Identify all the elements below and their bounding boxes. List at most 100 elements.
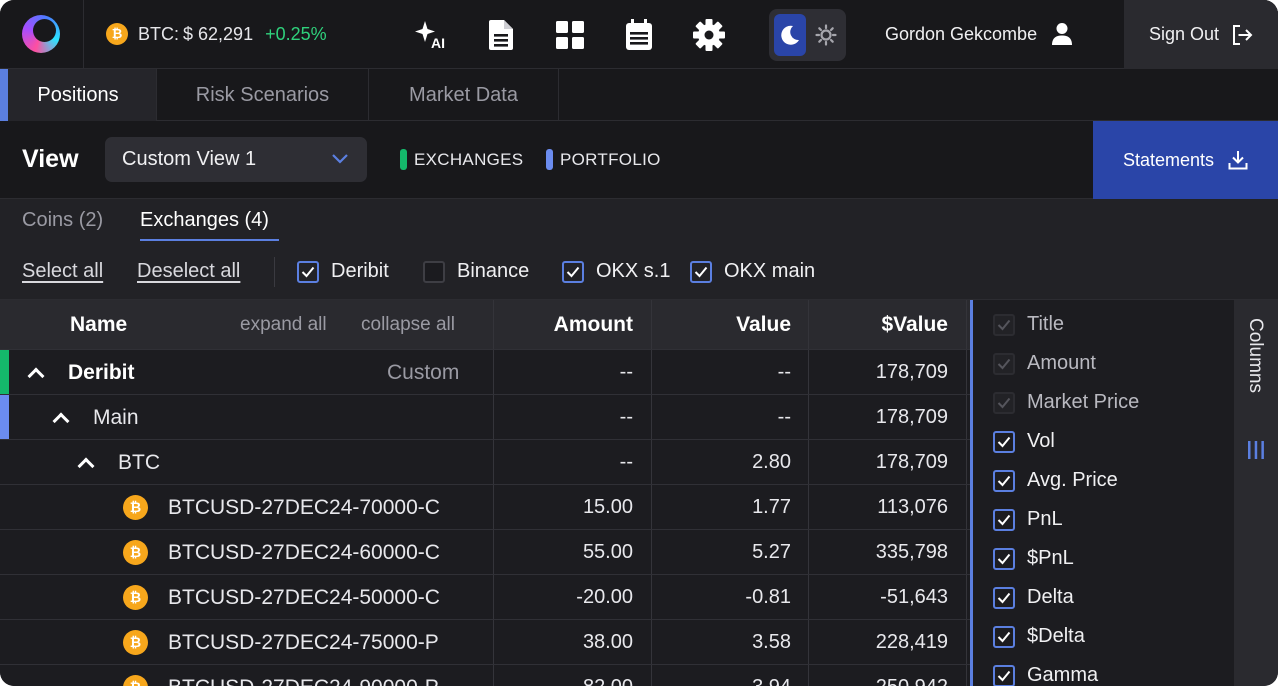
table-row[interactable]: Deribit Custom -- -- 178,709 bbox=[0, 349, 970, 394]
column-toggle-avg-price[interactable]: Avg. Price bbox=[993, 469, 1118, 492]
column-toggle-pnl[interactable]: PnL bbox=[993, 508, 1063, 531]
header-usd-value[interactable]: $Value bbox=[809, 300, 948, 349]
subtab-coins[interactable]: Coins (2) bbox=[22, 209, 103, 232]
cell-amount: -- bbox=[619, 406, 633, 428]
table-row[interactable]: ₿ BTCUSD-27DEC24-60000-C 55.00 5.27 335,… bbox=[0, 529, 970, 574]
statements-button[interactable]: Statements bbox=[1093, 121, 1278, 199]
checkbox-disabled bbox=[993, 313, 1015, 336]
collapse-toggle[interactable] bbox=[27, 350, 45, 395]
cell-amount: 38.00 bbox=[582, 631, 633, 653]
legend-label: PORTFOLIO bbox=[560, 149, 661, 169]
check-icon bbox=[997, 514, 1011, 525]
row-name: BTCUSD-27DEC24-70000-C bbox=[168, 495, 440, 519]
tab-label: Market Data bbox=[409, 83, 518, 106]
sign-out-button[interactable]: Sign Out bbox=[1124, 0, 1278, 69]
filter-okx-s1[interactable]: OKX s.1 bbox=[562, 260, 670, 283]
checkbox-checked[interactable] bbox=[993, 508, 1015, 531]
check-icon bbox=[997, 553, 1011, 564]
filter-deribit[interactable]: Deribit bbox=[297, 260, 389, 283]
columns-tab-label[interactable]: Columns bbox=[1244, 318, 1266, 393]
settings-button[interactable] bbox=[692, 18, 726, 52]
calendar-button[interactable] bbox=[625, 18, 653, 52]
row-name: BTC bbox=[118, 450, 160, 474]
checkbox-checked[interactable] bbox=[993, 430, 1015, 453]
checkbox-checked[interactable] bbox=[993, 547, 1015, 570]
user-menu[interactable]: Gordon Gekcombe bbox=[885, 22, 1073, 46]
logout-icon bbox=[1233, 24, 1253, 45]
bitcoin-icon: ₿ bbox=[123, 585, 148, 610]
light-mode-option[interactable] bbox=[811, 14, 841, 56]
table-row[interactable]: BTC -- 2.80 178,709 bbox=[0, 439, 970, 484]
dashboard-button[interactable] bbox=[555, 18, 585, 52]
app-logo[interactable] bbox=[22, 15, 60, 53]
table-row[interactable]: Main -- -- 178,709 bbox=[0, 394, 970, 439]
tab-positions[interactable]: Positions bbox=[0, 69, 157, 121]
collapse-toggle[interactable] bbox=[77, 440, 95, 485]
dark-mode-option[interactable] bbox=[774, 14, 806, 56]
collapse-all-link[interactable]: collapse all bbox=[361, 300, 455, 349]
checkbox-unchecked[interactable] bbox=[423, 260, 445, 283]
checkbox-checked[interactable] bbox=[690, 260, 712, 283]
bitcoin-icon: ₿ bbox=[106, 23, 128, 45]
checkbox-checked[interactable] bbox=[297, 260, 319, 283]
column-toggle-gamma[interactable]: Gamma bbox=[993, 664, 1098, 686]
tab-market-data[interactable]: Market Data bbox=[369, 69, 559, 121]
header-name[interactable]: Name bbox=[70, 300, 127, 349]
check-icon bbox=[566, 266, 580, 277]
positions-table: Name expand all collapse all Amount Valu… bbox=[0, 300, 970, 686]
ai-button[interactable]: AI bbox=[414, 18, 450, 52]
table-row[interactable]: ₿ BTCUSD-27DEC24-70000-C 15.00 1.77 113,… bbox=[0, 484, 970, 529]
checkbox-checked[interactable] bbox=[993, 625, 1015, 648]
cell-value: -- bbox=[777, 361, 791, 383]
view-dropdown[interactable]: Custom View 1 bbox=[105, 137, 367, 182]
theme-toggle[interactable] bbox=[769, 9, 846, 61]
column-label: Vol bbox=[1027, 430, 1055, 452]
cell-value: -3.94 bbox=[652, 665, 791, 686]
user-name: Gordon Gekcombe bbox=[885, 23, 1038, 44]
columns-bars-icon[interactable] bbox=[1247, 441, 1265, 459]
tab-label: Positions bbox=[37, 83, 119, 106]
top-bar: ₿ BTC: $ 62,291 +0.25% AI Gordon Gekcomb… bbox=[0, 0, 1278, 69]
cell-usd-value: 178,709 bbox=[875, 451, 948, 473]
filter-binance[interactable]: Binance bbox=[423, 260, 529, 283]
sparkle-ai-icon: AI bbox=[415, 21, 445, 51]
filter-okx-main[interactable]: OKX main bbox=[690, 260, 815, 283]
header-amount[interactable]: Amount bbox=[494, 300, 633, 349]
table-header: Name expand all collapse all Amount Valu… bbox=[0, 300, 970, 349]
column-toggle-usd-delta[interactable]: $Delta bbox=[993, 625, 1085, 648]
exchange-filters: Select all Deselect all Deribit Binance … bbox=[0, 244, 1278, 300]
checkbox-checked[interactable] bbox=[993, 664, 1015, 686]
column-label: Amount bbox=[1027, 352, 1096, 374]
column-toggle-vol[interactable]: Vol bbox=[993, 430, 1055, 453]
cell-value: -0.81 bbox=[745, 586, 791, 608]
table-row[interactable]: ₿ BTCUSD-27DEC24-50000-C -20.00 -0.81 -5… bbox=[0, 574, 970, 619]
tab-risk-scenarios[interactable]: Risk Scenarios bbox=[157, 69, 369, 121]
checkbox-checked[interactable] bbox=[993, 469, 1015, 492]
divider bbox=[274, 257, 275, 287]
statements-label: Statements bbox=[1122, 149, 1215, 170]
header-value[interactable]: Value bbox=[652, 300, 791, 349]
collapse-toggle[interactable] bbox=[52, 395, 70, 440]
expand-all-link[interactable]: expand all bbox=[240, 300, 327, 349]
cell-usd-value: -51,643 bbox=[880, 586, 948, 608]
column-label: Market Price bbox=[1027, 391, 1140, 413]
subtab-exchanges[interactable]: Exchanges (4) bbox=[140, 209, 269, 232]
column-toggle-delta[interactable]: Delta bbox=[993, 586, 1074, 609]
row-name: Main bbox=[93, 405, 139, 429]
row-name: BTCUSD-27DEC24-75000-P bbox=[168, 630, 439, 654]
user-icon bbox=[1052, 23, 1073, 45]
checkbox-checked[interactable] bbox=[562, 260, 584, 283]
sub-tabs: Coins (2) Exchanges (4) bbox=[0, 199, 1278, 244]
row-tag: Custom bbox=[387, 360, 460, 384]
column-toggle-usd-pnl[interactable]: $PnL bbox=[993, 547, 1074, 570]
check-icon bbox=[997, 475, 1011, 486]
documents-button[interactable] bbox=[487, 18, 515, 52]
cell-usd-value: 113,076 bbox=[877, 496, 948, 518]
checkbox-checked[interactable] bbox=[993, 586, 1015, 609]
table-row[interactable]: ₿ BTCUSD-27DEC24-75000-P 38.00 3.58 228,… bbox=[0, 619, 970, 664]
row-name: BTCUSD-27DEC24-60000-C bbox=[168, 540, 440, 564]
bitcoin-icon: ₿ bbox=[123, 495, 148, 520]
select-all-link[interactable]: Select all bbox=[22, 260, 103, 283]
table-row[interactable]: ₿ BTCUSD-27DEC24-90000-P -82.00 -3.94 -2… bbox=[0, 664, 970, 686]
deselect-all-link[interactable]: Deselect all bbox=[137, 260, 240, 283]
